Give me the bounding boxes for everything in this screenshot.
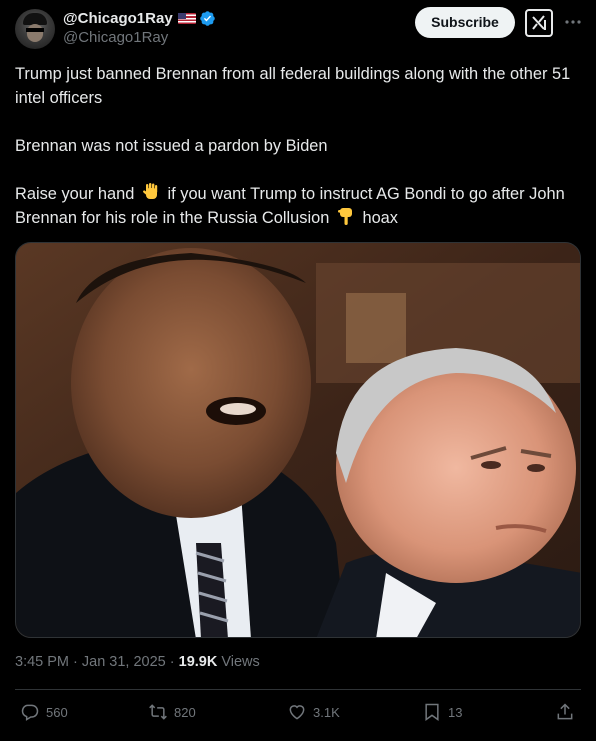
tweet-paragraph-2: Brennan was not issued a pardon by Biden xyxy=(15,137,328,155)
heart-icon xyxy=(289,705,305,720)
display-name[interactable]: @Chicago1Ray xyxy=(63,10,173,27)
tweet-paragraph-1: Trump just banned Brennan from all feder… xyxy=(15,65,571,107)
tweet-paragraph-3: Raise your hand if you want Trump to ins… xyxy=(15,182,581,230)
like-button[interactable]: 3.1K xyxy=(287,702,340,722)
tweet-text-segment: hoax xyxy=(362,209,398,227)
repost-button[interactable]: 820 xyxy=(148,702,196,722)
reply-count: 560 xyxy=(46,704,68,720)
divider xyxy=(15,689,581,690)
more-icon[interactable] xyxy=(563,12,583,32)
tweet-header: @Chicago1Ray @Chicago1Ray Subscribe xyxy=(15,7,585,49)
verified-badge-icon[interactable] xyxy=(199,10,216,27)
tweet-text-segment: Raise your hand xyxy=(15,185,135,203)
views-label: Views xyxy=(217,654,260,670)
bookmark-button[interactable]: 13 xyxy=(422,702,462,722)
subscribe-button[interactable]: Subscribe xyxy=(415,7,515,38)
handle[interactable]: @Chicago1Ray xyxy=(63,29,216,46)
photo-scene xyxy=(16,243,580,637)
views-count: 19.9K xyxy=(178,654,218,670)
reply-button[interactable]: 560 xyxy=(20,702,68,722)
tweet-photo[interactable] xyxy=(15,242,581,638)
raised-hand-emoji xyxy=(141,182,161,202)
bookmark-count: 13 xyxy=(448,704,463,720)
author-names: @Chicago1Ray @Chicago1Ray xyxy=(63,8,216,46)
us-flag-icon xyxy=(177,12,196,24)
repost-icon xyxy=(149,704,167,720)
backhand-index-pointing-down-emoji xyxy=(336,206,356,226)
like-count: 3.1K xyxy=(313,704,340,720)
reply-icon xyxy=(21,704,39,721)
bookmark-icon xyxy=(425,703,439,721)
tweet-meta: 3:45 PM · Jan 31, 2025 · 19.9K Views xyxy=(15,654,260,670)
action-bar: 560 820 3.1K 13 xyxy=(15,702,581,728)
repost-count: 820 xyxy=(174,704,196,720)
share-button[interactable] xyxy=(555,702,581,722)
tweet-text: Trump just banned Brennan from all feder… xyxy=(15,62,581,230)
grok-icon[interactable] xyxy=(525,9,553,37)
timestamp[interactable]: 3:45 PM · Jan 31, 2025 · xyxy=(15,654,179,670)
avatar[interactable] xyxy=(15,9,55,49)
share-icon xyxy=(557,703,573,720)
